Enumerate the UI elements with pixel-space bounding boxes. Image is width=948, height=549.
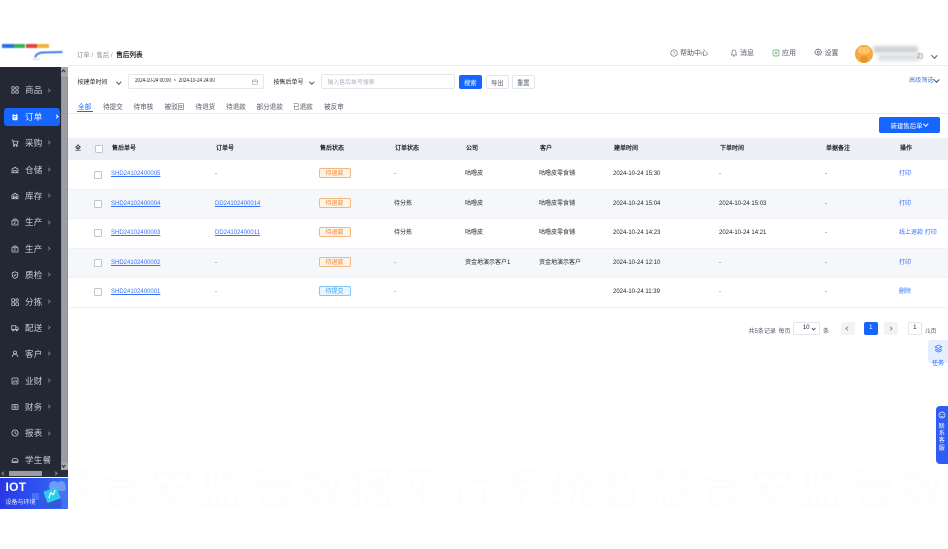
svg-text:?: ? [673, 50, 676, 55]
